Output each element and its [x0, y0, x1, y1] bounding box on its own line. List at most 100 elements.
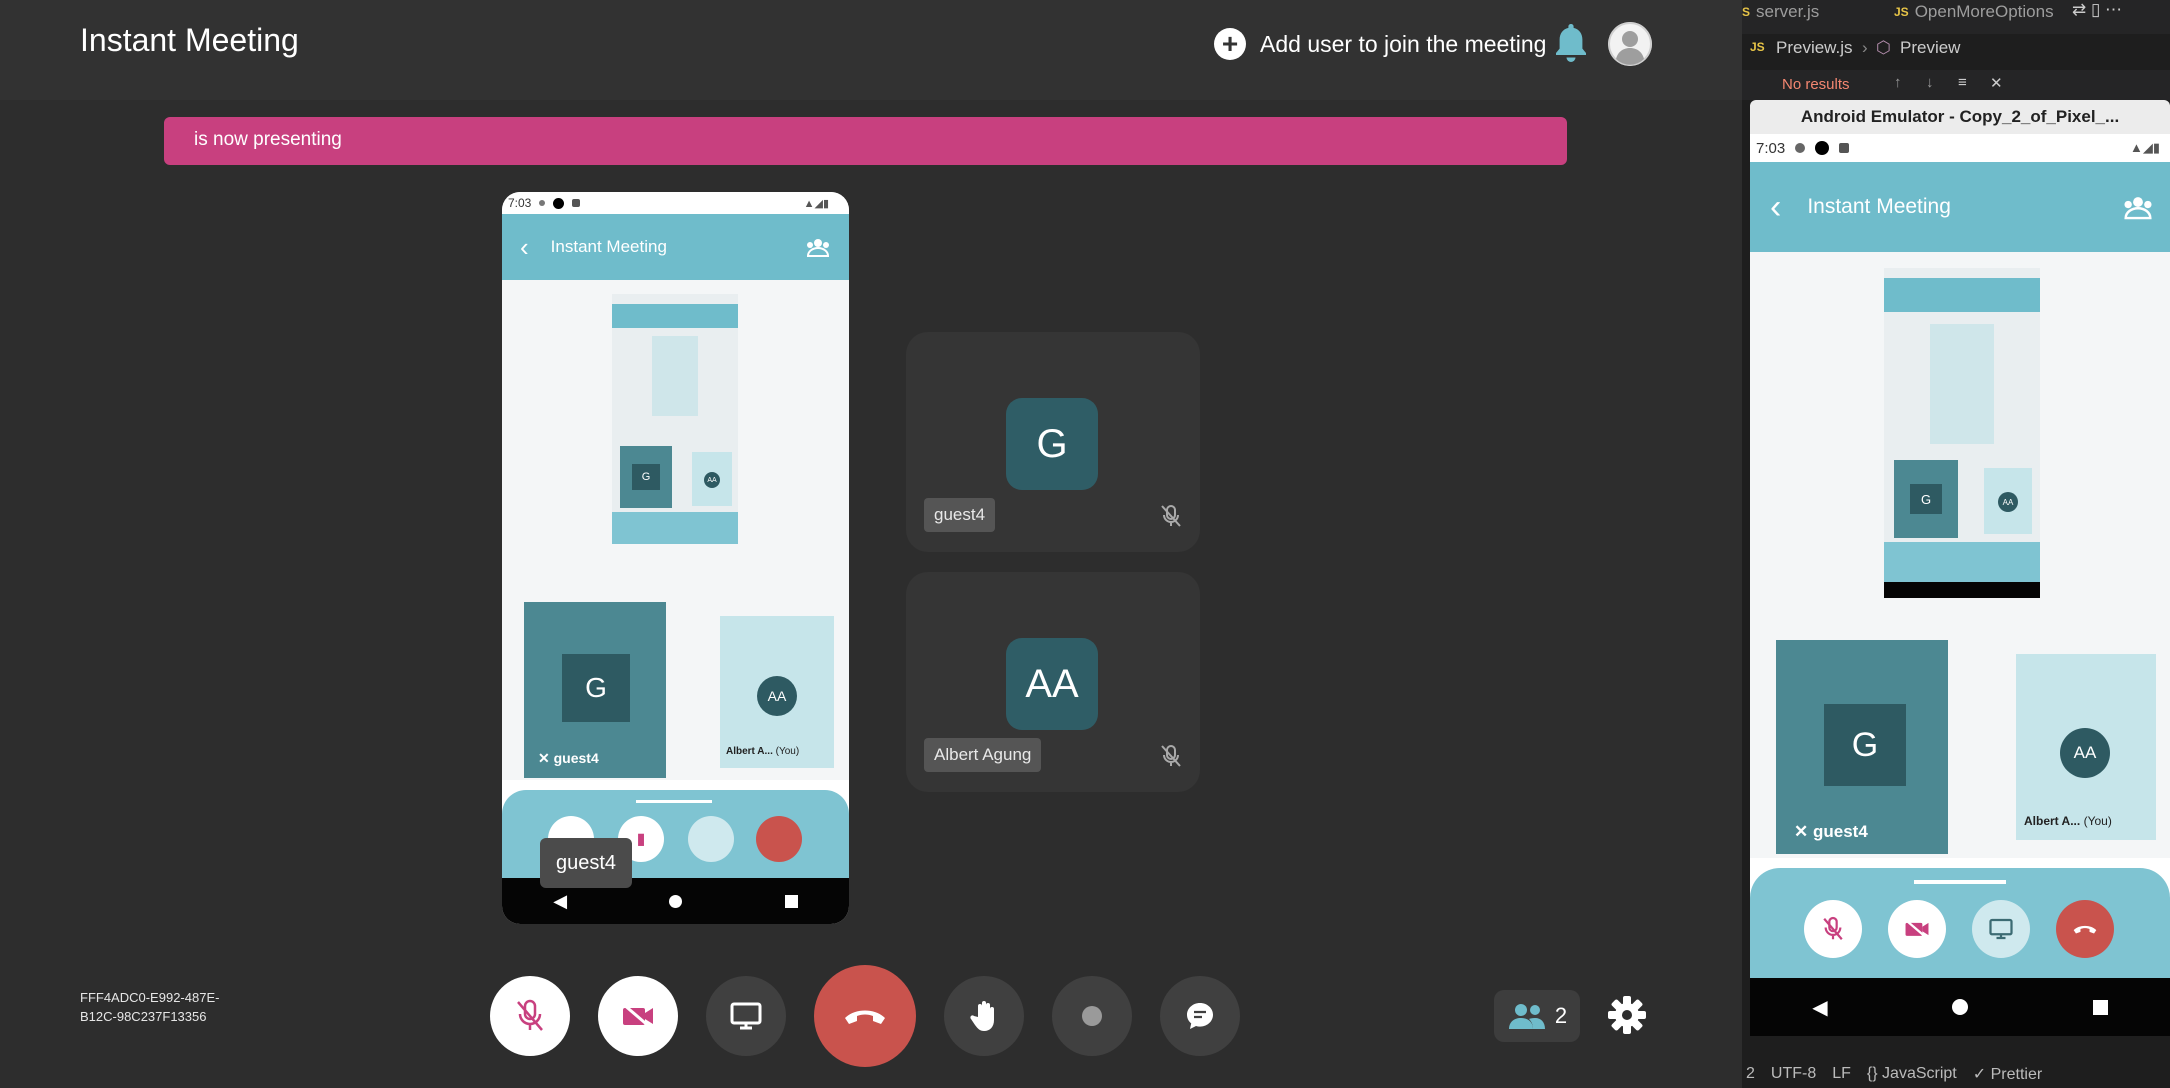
raise-hand-button[interactable] [944, 976, 1024, 1056]
mic-toggle-button[interactable] [490, 976, 570, 1056]
phone-camera-button[interactable] [1888, 900, 1946, 958]
shared-tile-albert-name: Albert A... (You) [726, 746, 800, 757]
phone-end-call-button [756, 816, 802, 862]
phone-end-call-button[interactable] [2056, 900, 2114, 958]
record-button[interactable] [1052, 976, 1132, 1056]
phone-status-bar: 7:03 ▲◢▮ [1750, 134, 2170, 162]
emulator-tile-aa-initial: AA [2060, 728, 2110, 778]
nested-tile-aa: AA [692, 452, 732, 506]
mic-off-icon: ✕ [538, 750, 550, 766]
shield-icon [1839, 143, 1850, 153]
arrow-down-icon[interactable]: ↓ [1926, 74, 1934, 91]
phone-screen-button[interactable] [1972, 900, 2030, 958]
emulator-tile-albert[interactable]: AA Albert A... (You) [2016, 654, 2156, 840]
chat-icon [1187, 1003, 1213, 1029]
screen-share-button[interactable] [706, 976, 786, 1056]
settings-button[interactable] [1606, 994, 1648, 1036]
group-icon [805, 236, 831, 258]
participant-count: 2 [1554, 1003, 1568, 1028]
phone-status-bar: 7:03 ▲◢▮ [502, 192, 849, 214]
nested-content [652, 336, 698, 416]
nested-tile-aa: AA [1984, 468, 2032, 534]
camera-toggle-button[interactable] [598, 976, 678, 1056]
tooltip: guest4 [540, 838, 632, 888]
participants-button[interactable]: 2 [1494, 990, 1580, 1042]
back-arrow-icon[interactable]: ‹ [1770, 188, 1781, 227]
participant-tile[interactable]: G guest4 [906, 332, 1200, 552]
shared-tile-guest4-name: ✕ guest4 [538, 750, 599, 766]
breadcrumb-file[interactable]: Preview.js [1776, 38, 1853, 58]
nav-home-icon [669, 894, 683, 908]
meeting-app: Instant Meeting + Add user to join the m… [0, 0, 1742, 1088]
mic-off-icon [1160, 504, 1182, 528]
mic-off-icon [1823, 916, 1843, 940]
shared-tile-guest4: G ✕ guest4 [524, 602, 666, 778]
breadcrumb-symbol[interactable]: Preview [1900, 38, 1960, 58]
cube-icon: ⬡ [1876, 38, 1891, 57]
nav-back-icon: ◀ [553, 890, 568, 911]
status-line[interactable]: 2 [1746, 1065, 1755, 1083]
end-call-icon [845, 1010, 885, 1024]
group-icon[interactable] [2122, 193, 2154, 221]
add-user-button[interactable]: + Add user to join the meeting [1214, 24, 1546, 64]
presenting-banner: is now presenting [164, 117, 1567, 165]
bell-icon[interactable] [1554, 22, 1588, 64]
nav-home-icon[interactable] [1952, 999, 1969, 1015]
nav-recents-icon[interactable] [2092, 999, 2108, 1015]
emulator-tile-guest4[interactable]: G ✕ guest4 [1776, 640, 1948, 854]
find-widget: No results ↑ ↓ ≡ ✕ [1742, 70, 2170, 100]
record-dot-icon [553, 197, 565, 209]
android-emulator: Android Emulator - Copy_2_of_Pixel_... 7… [1750, 100, 2170, 1036]
user-avatar[interactable] [1608, 22, 1652, 66]
chat-button[interactable] [1160, 976, 1240, 1056]
gear-icon [539, 200, 546, 206]
nav-back-icon[interactable]: ◀ [1812, 995, 1827, 1020]
nested-tile-g: G [1894, 460, 1958, 538]
emulator-title: Android Emulator - Copy_2_of_Pixel_... [1750, 100, 2170, 134]
end-call-button[interactable] [814, 965, 916, 1067]
banner-text: is now presenting [194, 129, 342, 150]
add-user-label: Add user to join the meeting [1260, 30, 1547, 57]
phone-nav-bar: ◀ [1750, 978, 2170, 1036]
participant-avatar: G [1006, 398, 1098, 490]
nested-preview: G AA [612, 294, 738, 544]
check-icon: ✓ [1972, 1066, 1987, 1083]
participant-tile[interactable]: AA Albert Agung [906, 572, 1200, 792]
participant-avatar: AA [1006, 638, 1098, 730]
status-language[interactable]: {} JavaScript [1867, 1065, 1957, 1083]
nested-preview: G AA [1884, 268, 2040, 598]
phone-header: ‹ Instant Meeting [1750, 162, 2170, 252]
status-encoding[interactable]: UTF-8 [1771, 1065, 1816, 1083]
tab-open-more-options[interactable]: JS OpenMoreOptions [1894, 0, 2054, 24]
drag-handle [1914, 880, 2006, 884]
phone-body: G AA G ✕ guest4 AA Albert A... (You) [1750, 252, 2170, 858]
nested-header [1884, 278, 2040, 312]
nested-controls [612, 512, 738, 544]
breadcrumb: JS Preview.js › ⬡ Preview [1742, 36, 2170, 62]
camera-off-icon [622, 1002, 653, 1030]
editor-actions[interactable]: ⇄ ▯ ⋯ [2072, 0, 2122, 20]
phone-mic-button[interactable] [1804, 900, 1862, 958]
arrow-up-icon[interactable]: ↑ [1894, 74, 1902, 91]
selection-icon[interactable]: ≡ [1958, 74, 1967, 91]
braces-icon: {} [1866, 1065, 1878, 1082]
emulator-tile-albert-name: Albert A... (You) [2024, 814, 2112, 828]
screen-share-icon [730, 1002, 762, 1030]
phone-controls [1750, 868, 2170, 978]
close-icon[interactable]: ✕ [1990, 74, 2003, 92]
js-file-icon: S [1742, 5, 1751, 19]
signal-icon: ▲◢▮ [803, 197, 829, 210]
nested-header [612, 304, 738, 328]
phone-body: G AA G ✕ guest4 AA Albert A... (You) [502, 280, 849, 780]
screen-share-icon [1989, 918, 2013, 940]
code-editor: S server.js JS OpenMoreOptions ⇄ ▯ ⋯ JS … [1742, 0, 2170, 1088]
shared-tile-aa-initial: AA [757, 676, 797, 716]
tab-server-js[interactable]: S server.js [1742, 0, 1819, 24]
status-bar: 2 UTF-8 LF {} JavaScript ✓ Prettier [1742, 1060, 2170, 1088]
phone-title: Instant Meeting [550, 237, 667, 256]
status-eol[interactable]: LF [1832, 1065, 1851, 1083]
status-formatter[interactable]: ✓ Prettier [1973, 1064, 2042, 1084]
raise-hand-icon [970, 1001, 994, 1031]
gear-icon [1608, 996, 1646, 1034]
phone-time: 7:03 [1756, 139, 1786, 157]
